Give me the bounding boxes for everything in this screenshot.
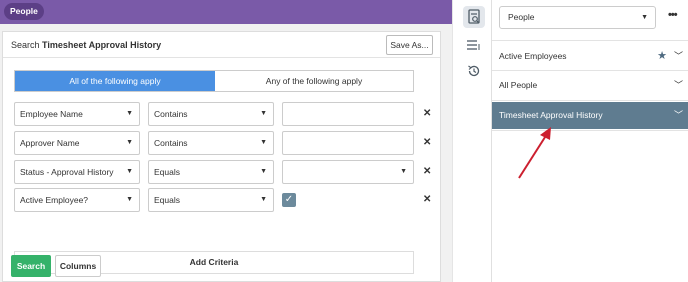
saved-search-label: Active Employees (499, 51, 567, 61)
saved-search-label: All People (499, 80, 538, 90)
criteria-field-label: Status - Approval History (20, 167, 114, 177)
search-button[interactable]: Search (11, 255, 51, 277)
panel-header: Search Timesheet Approval History Save A… (3, 32, 440, 58)
divider (492, 100, 688, 101)
criteria-value-input[interactable] (282, 102, 414, 126)
caret-down-icon: ▼ (400, 168, 407, 175)
criteria-value-select[interactable]: ▼ (282, 160, 414, 184)
saved-search-icon (468, 9, 480, 24)
list-icon[interactable] (467, 39, 481, 51)
people-select-value: People (508, 12, 535, 22)
criteria-operator-select[interactable]: Contains ▼ (148, 131, 274, 155)
criteria-field-select[interactable]: Approver Name ▼ (14, 131, 140, 155)
caret-down-icon: ▼ (126, 196, 133, 203)
search-panel: Search Timesheet Approval History Save A… (2, 31, 441, 282)
remove-criteria-icon[interactable]: ✕ (423, 137, 431, 148)
search-prefix: Search (11, 40, 40, 50)
criteria-row: Status - Approval History ▼ Equals ▼ ▼ ✕ (14, 160, 434, 184)
top-bar: People (0, 0, 452, 24)
caret-down-icon: ▼ (126, 110, 133, 117)
chevron-down-icon[interactable]: ﹀ (674, 71, 683, 99)
search-name: Timesheet Approval History (42, 40, 162, 50)
caret-down-icon: ▼ (126, 168, 133, 175)
criteria-field-select[interactable]: Active Employee? ▼ (14, 188, 140, 212)
caret-down-icon: ▼ (260, 139, 267, 146)
caret-down-icon: ▼ (260, 196, 267, 203)
saved-search-item-all-people[interactable]: All People ﹀ (492, 71, 688, 99)
criteria-row: Employee Name ▼ Contains ▼ ✕ (14, 102, 434, 126)
search-area: People Search Timesheet Approval History… (0, 0, 452, 282)
annotation-arrow (518, 127, 551, 179)
criteria-field-label: Active Employee? (20, 195, 89, 205)
remove-criteria-icon[interactable]: ✕ (423, 108, 431, 119)
chevron-down-icon[interactable]: ﹀ (674, 102, 683, 129)
match-all-option[interactable]: All of the following apply (15, 71, 215, 91)
criteria-field-select[interactable]: Status - Approval History ▼ (14, 160, 140, 184)
star-icon[interactable]: ★ (657, 42, 667, 70)
match-toggle: All of the following apply Any of the fo… (14, 70, 414, 92)
tool-strip (452, 0, 491, 282)
more-options-icon[interactable]: ••• (668, 9, 678, 21)
criteria-value-input[interactable] (282, 131, 414, 155)
criteria-field-label: Employee Name (20, 109, 83, 119)
people-pill[interactable]: People (4, 3, 44, 20)
remove-criteria-icon[interactable]: ✕ (423, 166, 431, 177)
criteria-operator-label: Contains (154, 109, 188, 119)
columns-button[interactable]: Columns (55, 255, 101, 277)
history-icon[interactable] (467, 64, 481, 78)
active-employee-checkbox[interactable]: ✓ (282, 193, 296, 207)
search-title: Search Timesheet Approval History (11, 40, 161, 50)
criteria-operator-label: Contains (154, 138, 188, 148)
caret-down-icon: ▼ (641, 14, 648, 21)
criteria-operator-select[interactable]: Equals ▼ (148, 188, 274, 212)
caret-down-icon: ▼ (260, 110, 267, 117)
criteria-row: Approver Name ▼ Contains ▼ ✕ (14, 131, 434, 155)
criteria-operator-label: Equals (154, 195, 180, 205)
people-select[interactable]: People ▼ (499, 6, 656, 29)
saved-search-item-active-employees[interactable]: Active Employees ★ ﹀ (492, 42, 688, 70)
criteria-operator-label: Equals (154, 167, 180, 177)
criteria-row: Active Employee? ▼ Equals ▼ ✓ ✕ (14, 188, 434, 212)
criteria-operator-select[interactable]: Contains ▼ (148, 102, 274, 126)
remove-criteria-icon[interactable]: ✕ (423, 194, 431, 205)
criteria-operator-select[interactable]: Equals ▼ (148, 160, 274, 184)
saved-search-tool[interactable] (463, 6, 485, 28)
match-any-option[interactable]: Any of the following apply (215, 71, 413, 91)
criteria-field-label: Approver Name (20, 138, 80, 148)
chevron-down-icon[interactable]: ﹀ (674, 42, 683, 70)
criteria-field-select[interactable]: Employee Name ▼ (14, 102, 140, 126)
divider (492, 40, 688, 41)
caret-down-icon: ▼ (260, 168, 267, 175)
caret-down-icon: ▼ (126, 139, 133, 146)
save-as-button[interactable]: Save As... (386, 35, 433, 55)
saved-search-label: Timesheet Approval History (499, 110, 603, 120)
